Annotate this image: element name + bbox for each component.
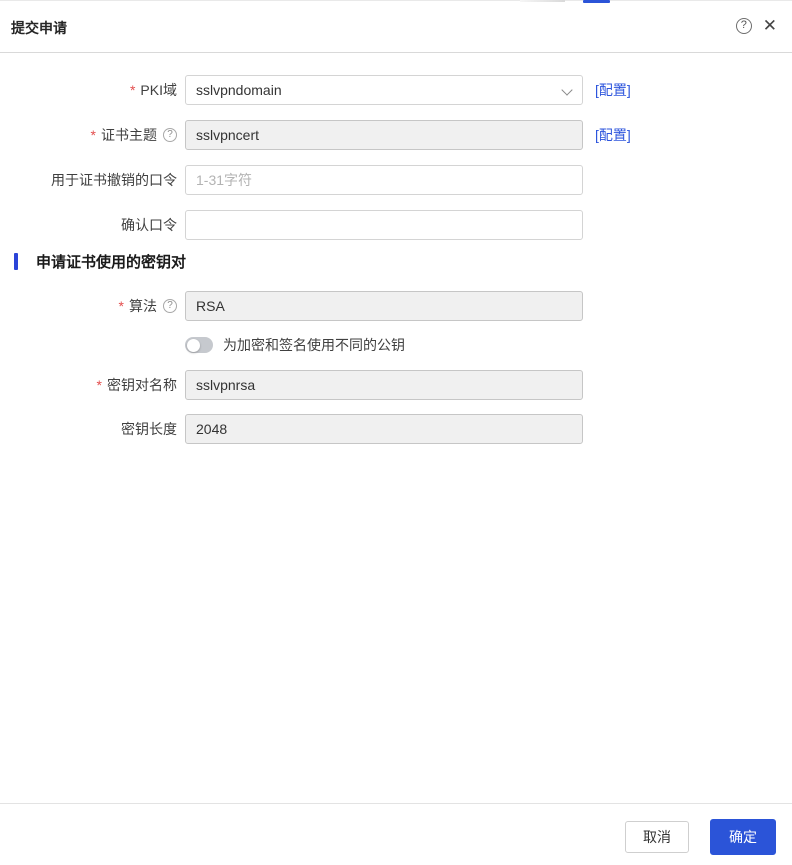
cert-subject-help-icon[interactable]: ? [163, 128, 177, 142]
separate-keys-toggle[interactable] [185, 337, 213, 353]
separate-keys-row: 为加密和签名使用不同的公钥 [185, 335, 405, 355]
dialog-header-icons: ? ✕ [735, 17, 777, 34]
algorithm-row: * 算法 ? [0, 291, 792, 321]
ok-button[interactable]: 确定 [710, 819, 776, 855]
close-icon[interactable]: ✕ [763, 17, 777, 34]
help-icon[interactable]: ? [735, 17, 752, 34]
cancel-button[interactable]: 取消 [625, 821, 689, 853]
confirm-password-row: 确认口令 [0, 210, 792, 240]
pki-domain-config-link[interactable]: [配置] [595, 80, 631, 100]
pki-domain-label: * PKI域 [129, 82, 177, 98]
key-length-label: 密钥长度 [121, 421, 177, 437]
confirm-password-label: 确认口令 [121, 217, 177, 233]
keypair-name-label: * 密钥对名称 [96, 377, 177, 393]
dialog-title: 提交申请 [11, 20, 67, 36]
revoke-password-input[interactable] [185, 165, 583, 195]
keypair-section-header: 申请证书使用的密钥对 [0, 250, 186, 272]
section-title: 申请证书使用的密钥对 [36, 253, 187, 271]
algorithm-help-icon[interactable]: ? [163, 299, 177, 313]
required-asterisk: * [96, 377, 102, 393]
section-accent-bar [14, 252, 18, 270]
algorithm-label: * 算法 ? [0, 296, 177, 316]
keypair-name-row: * 密钥对名称 [0, 370, 792, 400]
header-divider [0, 52, 792, 53]
confirm-password-input[interactable] [185, 210, 583, 240]
algorithm-input [185, 291, 583, 321]
separate-keys-toggle-label: 为加密和签名使用不同的公钥 [223, 337, 405, 353]
required-asterisk: * [118, 298, 124, 314]
background-scrollbar-fragment [520, 0, 565, 2]
revoke-password-label: 用于证书撤销的口令 [51, 172, 177, 188]
key-length-row: 密钥长度 [0, 414, 792, 444]
cert-subject-row: *证书主题 ? [配置] [0, 120, 792, 150]
background-active-tab-fragment [583, 0, 610, 3]
toggle-knob [186, 338, 200, 352]
key-length-input [185, 414, 583, 444]
footer-divider [0, 803, 792, 804]
pki-domain-select[interactable] [185, 75, 583, 105]
top-hairline [0, 0, 792, 1]
required-asterisk: * [129, 82, 136, 98]
revoke-password-row: 用于证书撤销的口令 [0, 165, 792, 195]
cert-subject-input [185, 120, 583, 150]
keypair-name-input [185, 370, 583, 400]
cert-subject-label: * 证书主题 ? [0, 125, 177, 145]
required-asterisk: * [90, 127, 96, 143]
pki-domain-row: *PKI域 [配置] [0, 75, 792, 105]
cert-subject-config-link[interactable]: [配置] [595, 125, 631, 145]
